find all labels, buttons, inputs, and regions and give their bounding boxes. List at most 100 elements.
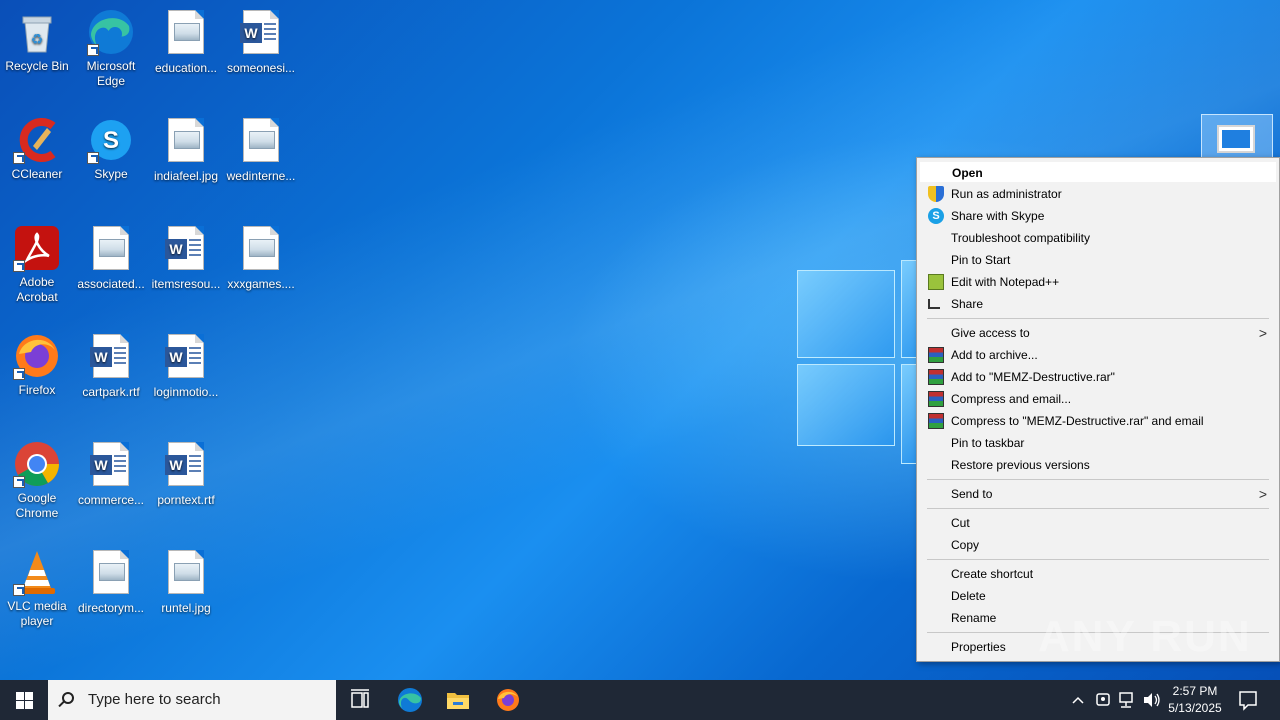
desktop-icon-file[interactable]: runtel.jpg [149,548,223,616]
taskbar-search-box[interactable]: Type here to search [48,680,336,720]
firefox-taskbar-button[interactable] [484,680,532,720]
shortcut-arrow-icon [13,476,25,488]
image-file-icon [162,550,210,598]
menu-item-pin-to-taskbar[interactable]: Pin to taskbar [919,432,1277,454]
menu-item-share[interactable]: Share [919,293,1277,315]
desktop-icon-file[interactable]: W someonesi... [224,8,298,76]
skype-icon: S [87,116,135,164]
menu-item-share-with-skype[interactable]: S Share with Skype [919,205,1277,227]
desktop-icon-file[interactable]: directorym... [74,548,148,616]
chevron-right-icon: > [1258,486,1267,502]
image-file-icon [237,118,285,166]
task-view-button[interactable] [336,680,384,720]
file-explorer-taskbar-button[interactable] [434,680,482,720]
winrar-icon [928,391,944,407]
shortcut-arrow-icon [13,152,25,164]
menu-item-compress-and-email[interactable]: Compress and email... [919,388,1277,410]
menu-separator [927,479,1269,480]
menu-item-send-to[interactable]: Send to > [919,483,1277,505]
windows-logo-icon-part [25,692,33,700]
firefox-icon [13,332,61,380]
desktop-icon-file[interactable]: W itemsresou... [149,224,223,292]
start-button[interactable] [0,680,48,720]
windows-logo-icon-part [25,701,33,709]
desktop-icon-file[interactable]: indiafeel.jpg [149,116,223,184]
menu-item-add-to-rar[interactable]: Add to "MEMZ-Destructive.rar" [919,366,1277,388]
edge-icon [87,8,135,56]
uac-shield-icon [928,186,944,202]
menu-item-run-as-administrator[interactable]: Run as administrator [919,183,1277,205]
search-icon [62,692,74,704]
desktop-icon-ccleaner[interactable]: CCleaner [0,116,74,182]
chevron-right-icon: > [1258,325,1267,341]
svg-text:S: S [103,127,119,154]
edge-taskbar-button[interactable] [386,680,434,720]
clock-date: 5/13/2025 [1168,701,1222,715]
image-file-icon [162,118,210,166]
menu-item-delete[interactable]: Delete [919,585,1277,607]
menu-separator [927,559,1269,560]
desktop-icon-adobe-acrobat[interactable]: Adobe Acrobat [0,224,74,305]
word-file-icon: W [87,442,135,490]
executable-file-icon [1217,125,1255,153]
winrar-icon [928,413,944,429]
desktop-icon-recycle-bin[interactable]: ♻ Recycle Bin [0,8,74,74]
word-file-icon: W [162,442,210,490]
desktop-icon-vlc[interactable]: VLC media player [0,548,74,629]
skype-icon: S [928,208,944,224]
windows-logo-icon [16,692,24,700]
desktop-icon-file[interactable]: W loginmotio... [149,332,223,400]
desktop-icon-google-chrome[interactable]: Google Chrome [0,440,74,521]
desktop-icon-file[interactable]: W cartpark.rtf [74,332,148,400]
menu-item-create-shortcut[interactable]: Create shortcut [919,563,1277,585]
image-file-icon [87,226,135,274]
menu-item-edit-with-notepad-plus-plus[interactable]: Edit with Notepad++ [919,271,1277,293]
desktop-icon-file[interactable]: W porntext.rtf [149,440,223,508]
menu-item-copy[interactable]: Copy [919,534,1277,556]
menu-item-cut[interactable]: Cut [919,512,1277,534]
svg-text:♻: ♻ [31,31,44,47]
network-icon[interactable] [1116,680,1138,720]
ccleaner-icon [13,116,61,164]
image-file-icon [87,550,135,598]
menu-item-troubleshoot-compatibility[interactable]: Troubleshoot compatibility [919,227,1277,249]
winrar-icon [928,347,944,363]
desktop-icon-firefox[interactable]: Firefox [0,332,74,398]
menu-item-give-access-to[interactable]: Give access to > [919,322,1277,344]
winrar-icon [928,369,944,385]
notepad-plus-plus-icon [928,274,944,290]
word-file-icon: W [162,334,210,382]
menu-item-pin-to-start[interactable]: Pin to Start [919,249,1277,271]
taskbar: Type here to search 2:57 PM 5/13/2025 [0,680,1280,720]
volume-icon[interactable] [1140,680,1162,720]
shortcut-arrow-icon [87,152,99,164]
desktop-icon-file[interactable]: W commerce... [74,440,148,508]
menu-item-open[interactable]: Open [919,161,1277,183]
word-file-icon: W [87,334,135,382]
share-icon [928,299,940,309]
desktop-icon-file[interactable]: associated... [74,224,148,292]
shortcut-arrow-icon [13,260,25,272]
menu-item-compress-to-rar-and-email[interactable]: Compress to "MEMZ-Destructive.rar" and e… [919,410,1277,432]
recycle-bin-icon: ♻ [13,8,61,56]
show-hidden-icons-button[interactable] [1068,680,1088,720]
desktop-icon-file[interactable]: education... [149,8,223,76]
desktop-icon-file[interactable]: xxxgames.... [224,224,298,292]
menu-separator [927,318,1269,319]
taskbar-clock[interactable]: 2:57 PM 5/13/2025 [1160,683,1230,717]
search-placeholder: Type here to search [88,691,221,708]
context-menu: Open Run as administrator S Share with Sk… [916,157,1280,662]
desktop-icon-file[interactable]: wedinterne... [224,116,298,184]
menu-item-add-to-archive[interactable]: Add to archive... [919,344,1277,366]
selected-desktop-item[interactable] [1201,114,1273,160]
desktop-icon-microsoft-edge[interactable]: Microsoft Edge [74,8,148,89]
shortcut-arrow-icon [13,368,25,380]
notifications-button[interactable] [1234,680,1262,720]
desktop-icon-skype[interactable]: S Skype [74,116,148,182]
menu-item-restore-previous-versions[interactable]: Restore previous versions [919,454,1277,476]
word-file-icon: W [162,226,210,274]
image-file-icon [237,226,285,274]
wallpaper-logo-pane [797,364,895,446]
device-tray-icon[interactable] [1092,680,1114,720]
menu-separator [927,508,1269,509]
